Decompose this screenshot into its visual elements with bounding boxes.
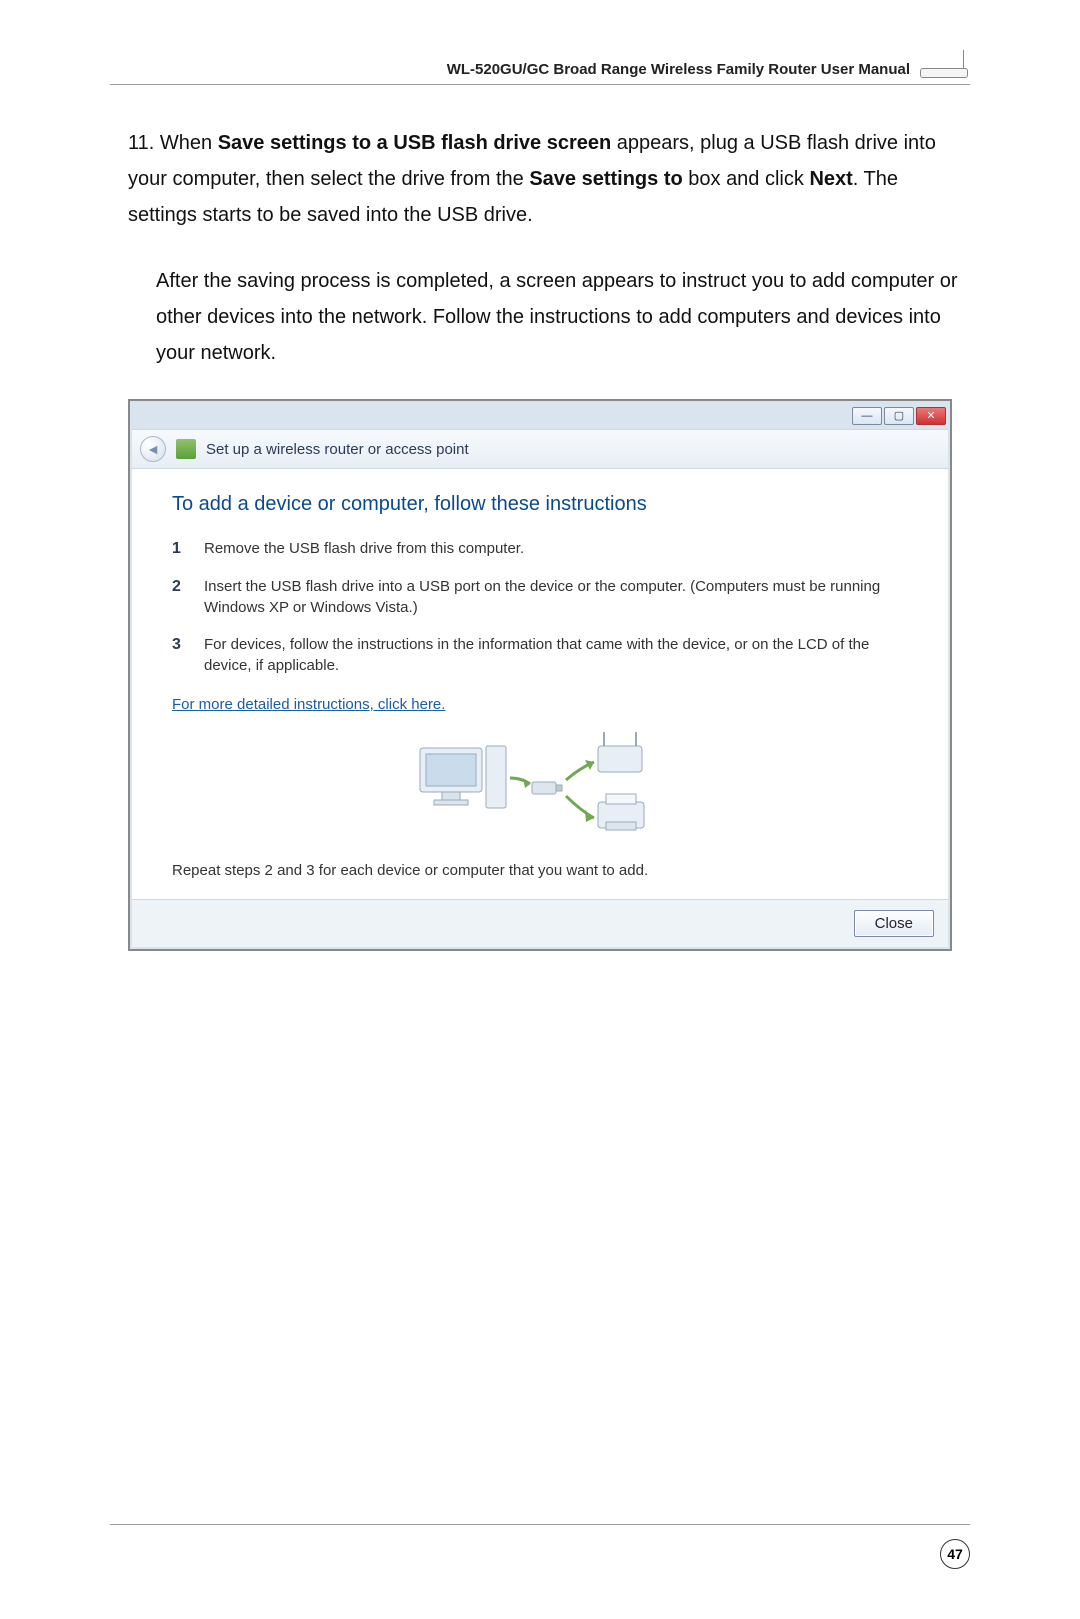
wizard-dialog: — ▢ ✕ ◄ Set up a wireless router or acce…: [128, 399, 952, 951]
step-text: Insert the USB flash drive into a USB po…: [204, 576, 908, 618]
repeat-note: Repeat steps 2 and 3 for each device or …: [172, 862, 908, 879]
dialog-heading: To add a device or computer, follow thes…: [172, 493, 908, 516]
back-arrow-icon: ◄: [146, 441, 160, 457]
manual-header: WL-520GU/GC Broad Range Wireless Family …: [110, 50, 970, 85]
page-footer: 47: [110, 1524, 970, 1569]
step-bold-2: Save settings to: [529, 168, 682, 190]
step-number-label: 3: [172, 634, 186, 676]
step-number-label: 1: [172, 538, 186, 560]
more-instructions-link[interactable]: For more detailed instructions, click he…: [172, 696, 445, 713]
dialog-toolbar: ◄ Set up a wireless router or access poi…: [132, 429, 948, 469]
dialog-footer: Close: [132, 899, 948, 947]
toolbar-title: Set up a wireless router or access point: [206, 441, 469, 458]
manual-title: WL-520GU/GC Broad Range Wireless Family …: [447, 61, 910, 78]
device-diagram: [172, 714, 908, 856]
instruction-step: 2 Insert the USB flash drive into a USB …: [172, 576, 908, 618]
step-11-text: 11. When Save settings to a USB flash dr…: [110, 125, 970, 233]
step-prefix: When: [160, 132, 218, 154]
window-close-button[interactable]: ✕: [916, 407, 946, 425]
window-titlebar: — ▢ ✕: [132, 403, 948, 429]
step-number-label: 2: [172, 576, 186, 618]
close-button[interactable]: Close: [854, 910, 934, 937]
dialog-content: To add a device or computer, follow thes…: [132, 469, 948, 899]
page-number: 47: [940, 1539, 970, 1569]
followup-paragraph: After the saving process is completed, a…: [110, 263, 970, 371]
minimize-button[interactable]: —: [852, 407, 882, 425]
wizard-icon: [176, 439, 196, 459]
step-bold-1: Save settings to a USB flash drive scree…: [218, 132, 612, 154]
instruction-step: 1 Remove the USB flash drive from this c…: [172, 538, 908, 560]
step-text: Remove the USB flash drive from this com…: [204, 538, 524, 560]
back-button[interactable]: ◄: [140, 436, 166, 462]
step-bold-3: Next: [809, 168, 852, 190]
step-text: For devices, follow the instructions in …: [204, 634, 908, 676]
router-icon: [920, 50, 970, 78]
step-mid-2: box and click: [683, 168, 810, 190]
maximize-button[interactable]: ▢: [884, 407, 914, 425]
instruction-step: 3 For devices, follow the instructions i…: [172, 634, 908, 676]
step-number: 11.: [128, 132, 154, 154]
